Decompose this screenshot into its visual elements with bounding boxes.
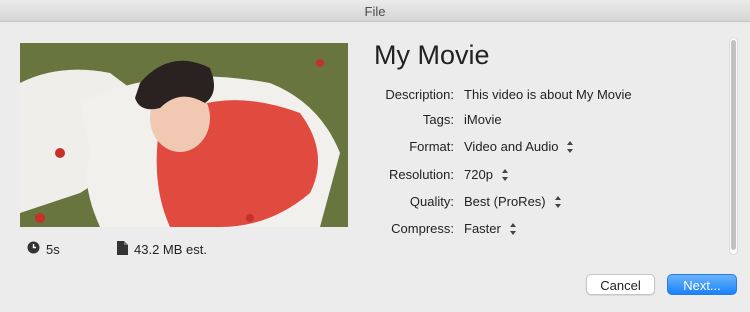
resolution-row: Resolution: 720p xyxy=(0,167,750,187)
movie-title: My Movie xyxy=(374,40,490,70)
window-title: File xyxy=(364,4,386,19)
duration-info: 5s xyxy=(27,241,60,257)
tags-field[interactable]: iMovie xyxy=(464,112,502,127)
quality-label: Quality: xyxy=(409,194,454,209)
vertical-scrollbar[interactable] xyxy=(729,37,738,255)
description-row: Description: This video is about My Movi… xyxy=(0,87,750,107)
tags-label: Tags: xyxy=(422,112,454,127)
compress-label: Compress: xyxy=(391,221,454,236)
resolution-popup[interactable]: 720p xyxy=(464,167,509,182)
format-row: Format: Video and Audio xyxy=(0,139,750,159)
format-label: Format: xyxy=(409,139,454,154)
cancel-button[interactable]: Cancel xyxy=(586,274,655,295)
compress-row: Compress: Faster xyxy=(0,221,750,241)
compress-popup[interactable]: Faster xyxy=(464,221,517,236)
resolution-label: Resolution: xyxy=(388,167,454,182)
quality-popup[interactable]: Best (ProRes) xyxy=(464,194,562,209)
tags-row: Tags: iMovie xyxy=(0,112,750,132)
updown-arrows-icon xyxy=(509,222,517,235)
export-dialog: File 5s 43.2 MB est. My Movie Descriptio… xyxy=(0,0,750,312)
next-button[interactable]: Next... xyxy=(667,274,737,295)
clock-icon xyxy=(27,241,40,257)
description-field[interactable]: This video is about My Movie xyxy=(464,87,632,102)
quality-value: Best (ProRes) xyxy=(464,194,546,209)
updown-arrows-icon xyxy=(567,140,574,153)
updown-arrows-icon xyxy=(501,168,509,181)
quality-row: Quality: Best (ProRes) xyxy=(0,194,750,214)
size-value: 43.2 MB est. xyxy=(134,242,207,257)
document-icon xyxy=(117,241,128,258)
compress-value: Faster xyxy=(464,221,501,236)
format-popup[interactable]: Video and Audio xyxy=(464,139,574,154)
updown-arrows-icon xyxy=(554,195,562,208)
duration-value: 5s xyxy=(46,241,60,257)
size-info: 43.2 MB est. xyxy=(117,241,207,258)
resolution-value: 720p xyxy=(464,167,493,182)
format-value: Video and Audio xyxy=(464,139,559,154)
scrollbar-thumb[interactable] xyxy=(731,40,736,250)
description-label: Description: xyxy=(385,87,454,102)
title-bar: File xyxy=(0,0,750,22)
